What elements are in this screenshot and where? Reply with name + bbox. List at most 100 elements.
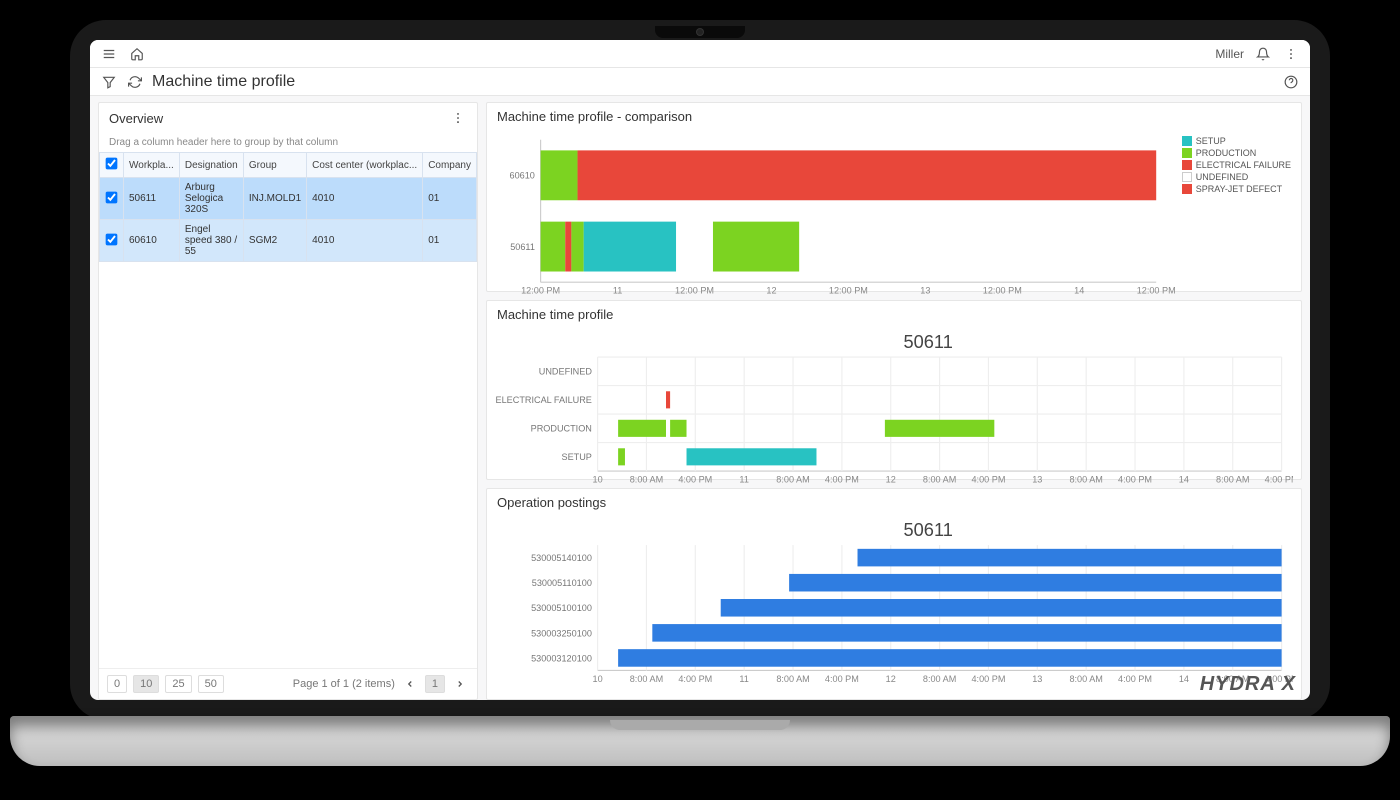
svg-text:8:00 AM: 8:00 AM: [1069, 474, 1102, 484]
legend-item: UNDEFINED: [1196, 172, 1249, 182]
svg-text:12: 12: [886, 674, 896, 684]
refresh-icon[interactable]: [126, 73, 144, 91]
row-checkbox[interactable]: [106, 191, 118, 203]
cell-cost-center: 4010: [307, 220, 423, 262]
overview-table: Workpla... Designation Group Cost center…: [99, 152, 477, 262]
svg-text:4:00 PM: 4:00 PM: [971, 474, 1005, 484]
laptop-base: [10, 716, 1390, 766]
svg-text:12: 12: [886, 474, 896, 484]
svg-text:50611: 50611: [904, 520, 953, 540]
svg-text:12:00 PM: 12:00 PM: [675, 286, 714, 296]
svg-text:4:00 PM: 4:00 PM: [971, 674, 1005, 684]
comparison-panel: Machine time profile - comparison SETUP …: [486, 102, 1302, 292]
pager-status: Page 1 of 1 (2 items): [293, 678, 395, 690]
row-checkbox[interactable]: [106, 233, 118, 245]
next-page-icon[interactable]: [451, 675, 469, 693]
legend-item: SETUP: [1196, 136, 1226, 146]
svg-text:ELECTRICAL FAILURE: ELECTRICAL FAILURE: [496, 395, 592, 405]
comparison-title: Machine time profile - comparison: [497, 109, 692, 124]
cell-designation: Arburg Selogica 320S: [179, 178, 243, 220]
svg-text:50611: 50611: [510, 242, 535, 252]
header-checkbox-cell: [100, 153, 124, 178]
svg-text:10: 10: [593, 474, 603, 484]
postings-panel: Operation postings 506115300051401005300…: [486, 488, 1302, 700]
page-title: Machine time profile: [152, 73, 295, 91]
svg-text:8:00 AM: 8:00 AM: [923, 474, 956, 484]
prev-page-icon[interactable]: [401, 675, 419, 693]
cell-company: 01: [423, 220, 477, 262]
current-page[interactable]: 1: [425, 675, 445, 693]
svg-text:4:00 PM: 4:00 PM: [678, 674, 712, 684]
col-cost-center[interactable]: Cost center (workplac...: [307, 153, 423, 178]
page-subbar: Machine time profile: [90, 68, 1310, 96]
page-size-25[interactable]: 25: [165, 675, 191, 693]
table-header-row: Workpla... Designation Group Cost center…: [100, 153, 477, 178]
svg-text:8:00 AM: 8:00 AM: [1216, 474, 1249, 484]
col-designation[interactable]: Designation: [179, 153, 243, 178]
svg-text:13: 13: [1032, 674, 1042, 684]
page-size-50[interactable]: 50: [198, 675, 224, 693]
legend-item: ELECTRICAL FAILURE: [1196, 160, 1291, 170]
cell-designation: Engel speed 380 / 55: [179, 220, 243, 262]
svg-text:11: 11: [739, 474, 748, 484]
svg-text:11: 11: [739, 674, 748, 684]
svg-text:530003120100: 530003120100: [531, 653, 592, 663]
svg-text:8:00 AM: 8:00 AM: [1069, 674, 1102, 684]
svg-text:530003250100: 530003250100: [531, 628, 592, 638]
col-group[interactable]: Group: [243, 153, 306, 178]
cell-company: 01: [423, 178, 477, 220]
overview-title: Overview: [109, 111, 163, 126]
svg-text:13: 13: [1032, 474, 1042, 484]
svg-text:4:00 PM: 4:00 PM: [1118, 674, 1152, 684]
comparison-legend: SETUP PRODUCTION ELECTRICAL FAILURE UNDE…: [1182, 136, 1291, 196]
svg-text:13: 13: [920, 286, 930, 296]
more-vert-icon[interactable]: [1282, 45, 1300, 63]
table-row[interactable]: 60610 Engel speed 380 / 55 SGM2 4010 01: [100, 220, 477, 262]
filter-icon[interactable]: [100, 73, 118, 91]
svg-text:14: 14: [1179, 474, 1189, 484]
user-name[interactable]: Miller: [1215, 47, 1244, 61]
svg-text:12:00 PM: 12:00 PM: [829, 286, 868, 296]
table-row[interactable]: 50611 Arburg Selogica 320S INJ.MOLD1 401…: [100, 178, 477, 220]
svg-text:8:00 AM: 8:00 AM: [923, 674, 956, 684]
svg-text:11: 11: [613, 286, 622, 296]
svg-text:4:00 PM: 4:00 PM: [825, 474, 859, 484]
postings-chart: 5061153000514010053000511010053000510010…: [487, 516, 1301, 700]
profile-panel: Machine time profile 50611UNDEFINEDELECT…: [486, 300, 1302, 480]
app-topbar: Miller: [90, 40, 1310, 68]
group-hint: Drag a column header here to group by th…: [99, 133, 477, 152]
cell-group: INJ.MOLD1: [243, 178, 306, 220]
svg-text:8:00 AM: 8:00 AM: [630, 474, 663, 484]
svg-text:530005110100: 530005110100: [532, 578, 592, 588]
svg-text:14: 14: [1179, 674, 1189, 684]
svg-text:14: 14: [1074, 286, 1084, 296]
menu-icon[interactable]: [100, 45, 118, 63]
help-icon[interactable]: [1282, 73, 1300, 91]
svg-text:50611: 50611: [904, 332, 953, 352]
svg-text:12:00 PM: 12:00 PM: [1137, 286, 1176, 296]
cell-cost-center: 4010: [307, 178, 423, 220]
brand-logo: HYDRA X: [1200, 673, 1296, 696]
select-all-checkbox[interactable]: [106, 158, 118, 170]
page-size-10[interactable]: 10: [133, 675, 159, 693]
page-size-0[interactable]: 0: [107, 675, 127, 693]
svg-text:PRODUCTION: PRODUCTION: [531, 424, 592, 434]
col-company[interactable]: Company: [423, 153, 477, 178]
svg-text:8:00 AM: 8:00 AM: [630, 674, 663, 684]
comparison-chart: SETUP PRODUCTION ELECTRICAL FAILURE UNDE…: [487, 130, 1301, 323]
pager: 0 10 25 50 Page 1 of 1 (2 items) 1: [99, 668, 477, 699]
svg-text:4:00 PM: 4:00 PM: [825, 674, 859, 684]
svg-text:8:00 AM: 8:00 AM: [776, 674, 809, 684]
profile-chart: 50611 UNDEFINED ELECTRICAL FAILURE PRODUCTI…: [487, 328, 1301, 510]
svg-text:60610: 60610: [510, 171, 535, 181]
svg-text:12:00 PM: 12:00 PM: [521, 286, 560, 296]
bell-icon[interactable]: [1254, 45, 1272, 63]
svg-text:UNDEFINED: UNDEFINED: [539, 367, 593, 377]
svg-text:530005100100: 530005100100: [531, 603, 592, 613]
cell-workplace: 50611: [124, 178, 180, 220]
svg-text:10: 10: [593, 674, 603, 684]
svg-text:12:00 PM: 12:00 PM: [983, 286, 1022, 296]
col-workplace[interactable]: Workpla...: [124, 153, 180, 178]
home-icon[interactable]: [128, 45, 146, 63]
panel-more-icon[interactable]: [449, 109, 467, 127]
